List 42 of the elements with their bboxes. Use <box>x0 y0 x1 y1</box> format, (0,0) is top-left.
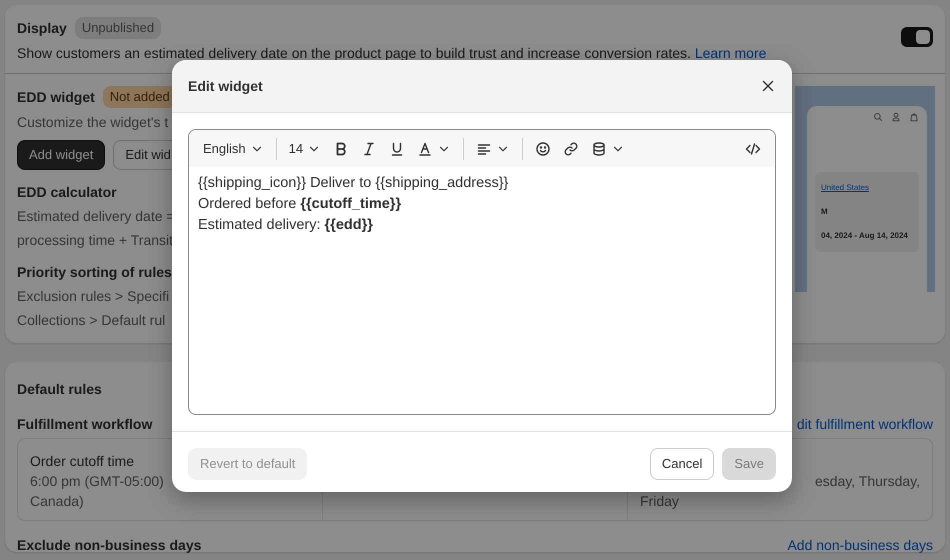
description-text: Collections > Default rul <box>17 311 166 330</box>
content-line: Estimated delivery: {{edd}} <box>198 216 374 235</box>
add-days-link[interactable]: Add non-business days <box>787 535 933 555</box>
country-link[interactable]: United States <box>821 178 913 198</box>
section-label: Fulfillment workflow <box>17 415 152 434</box>
column-text: esday, Thursday, <box>814 472 920 491</box>
code-icon[interactable] <box>745 140 761 156</box>
font-size-dropdown[interactable]: 14 <box>288 138 322 158</box>
close-icon[interactable] <box>760 78 776 94</box>
column-text: Friday <box>640 492 679 511</box>
edit-workflow-link[interactable]: dit fulfillment workflow <box>796 414 933 434</box>
cancel-button[interactable]: Cancel <box>650 448 714 480</box>
emoji-icon[interactable] <box>535 140 552 156</box>
section-title: Priority sorting of rules <box>17 263 173 282</box>
description-text: Show customers an estimated delivery date on the product page to build trust and increase conversion rates. Learn more <box>17 44 766 63</box>
bag-icon <box>909 112 919 122</box>
content-line: {{shipping_icon}} Deliver to {{shipping_address}} <box>198 174 510 193</box>
link-icon[interactable] <box>563 140 580 156</box>
description-text: processing time + Transit <box>17 231 174 250</box>
content-line: Ordered before {{cutoff_time}} <box>198 195 402 214</box>
status-badge: Unpublished <box>74 17 162 39</box>
learn-more-link[interactable]: Learn more <box>694 45 766 61</box>
column-title: Order cutoff time <box>30 452 134 471</box>
add-widget-button[interactable]: Add widget <box>17 140 106 170</box>
section-title: Display <box>17 19 67 38</box>
section-title: EDD widget <box>17 88 95 107</box>
user-icon <box>891 112 901 122</box>
description-text: Customize the widget's t <box>17 113 170 132</box>
text-color-icon[interactable] <box>417 140 434 156</box>
column-text: Canada) <box>30 492 84 511</box>
section-title: EDD calculator <box>17 183 118 202</box>
language-dropdown[interactable]: English <box>203 138 264 158</box>
search-icon <box>873 112 883 122</box>
section-title: Default rules <box>17 380 103 399</box>
toggle-switch[interactable] <box>901 27 933 47</box>
database-icon[interactable] <box>591 140 608 156</box>
description-text: Exclusion rules > Specifi <box>17 287 170 306</box>
column-text: 6:00 pm (GMT-05:00) <box>30 472 164 491</box>
section-label: Exclude non-business days <box>17 536 202 555</box>
dialog-title: Edit widget <box>188 77 263 96</box>
preview-text: M <box>821 206 829 218</box>
date-range-text: 04, 2024 - Aug 14, 2024 <box>821 230 909 242</box>
